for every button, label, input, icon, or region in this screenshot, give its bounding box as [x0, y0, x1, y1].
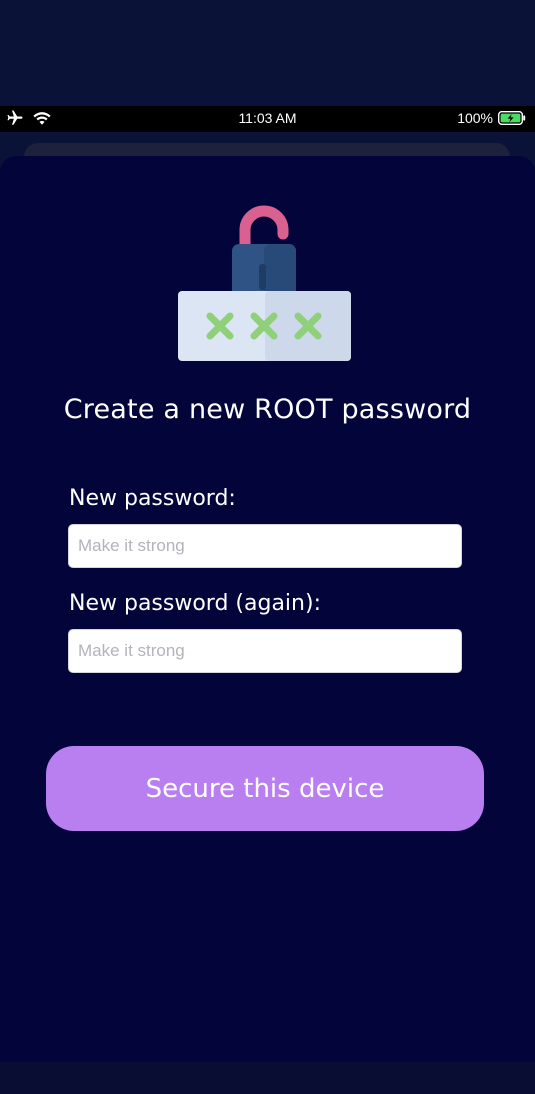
status-bar: 11:03 AM 100%	[0, 106, 535, 132]
page-title: Create a new ROOT password	[63, 394, 472, 425]
battery-charging-icon	[498, 111, 526, 125]
battery-percent: 100%	[457, 110, 493, 126]
bottom-backdrop	[0, 1062, 535, 1094]
secure-device-button[interactable]: Secure this device	[46, 746, 484, 831]
top-backdrop	[0, 0, 535, 106]
new-password-field[interactable]	[68, 524, 462, 568]
confirm-password-label: New password (again):	[69, 591, 321, 616]
confirm-password-field[interactable]	[68, 629, 462, 673]
unlocked-padlock-icon	[178, 205, 351, 361]
new-password-label: New password:	[69, 486, 236, 511]
status-time: 11:03 AM	[238, 110, 297, 126]
